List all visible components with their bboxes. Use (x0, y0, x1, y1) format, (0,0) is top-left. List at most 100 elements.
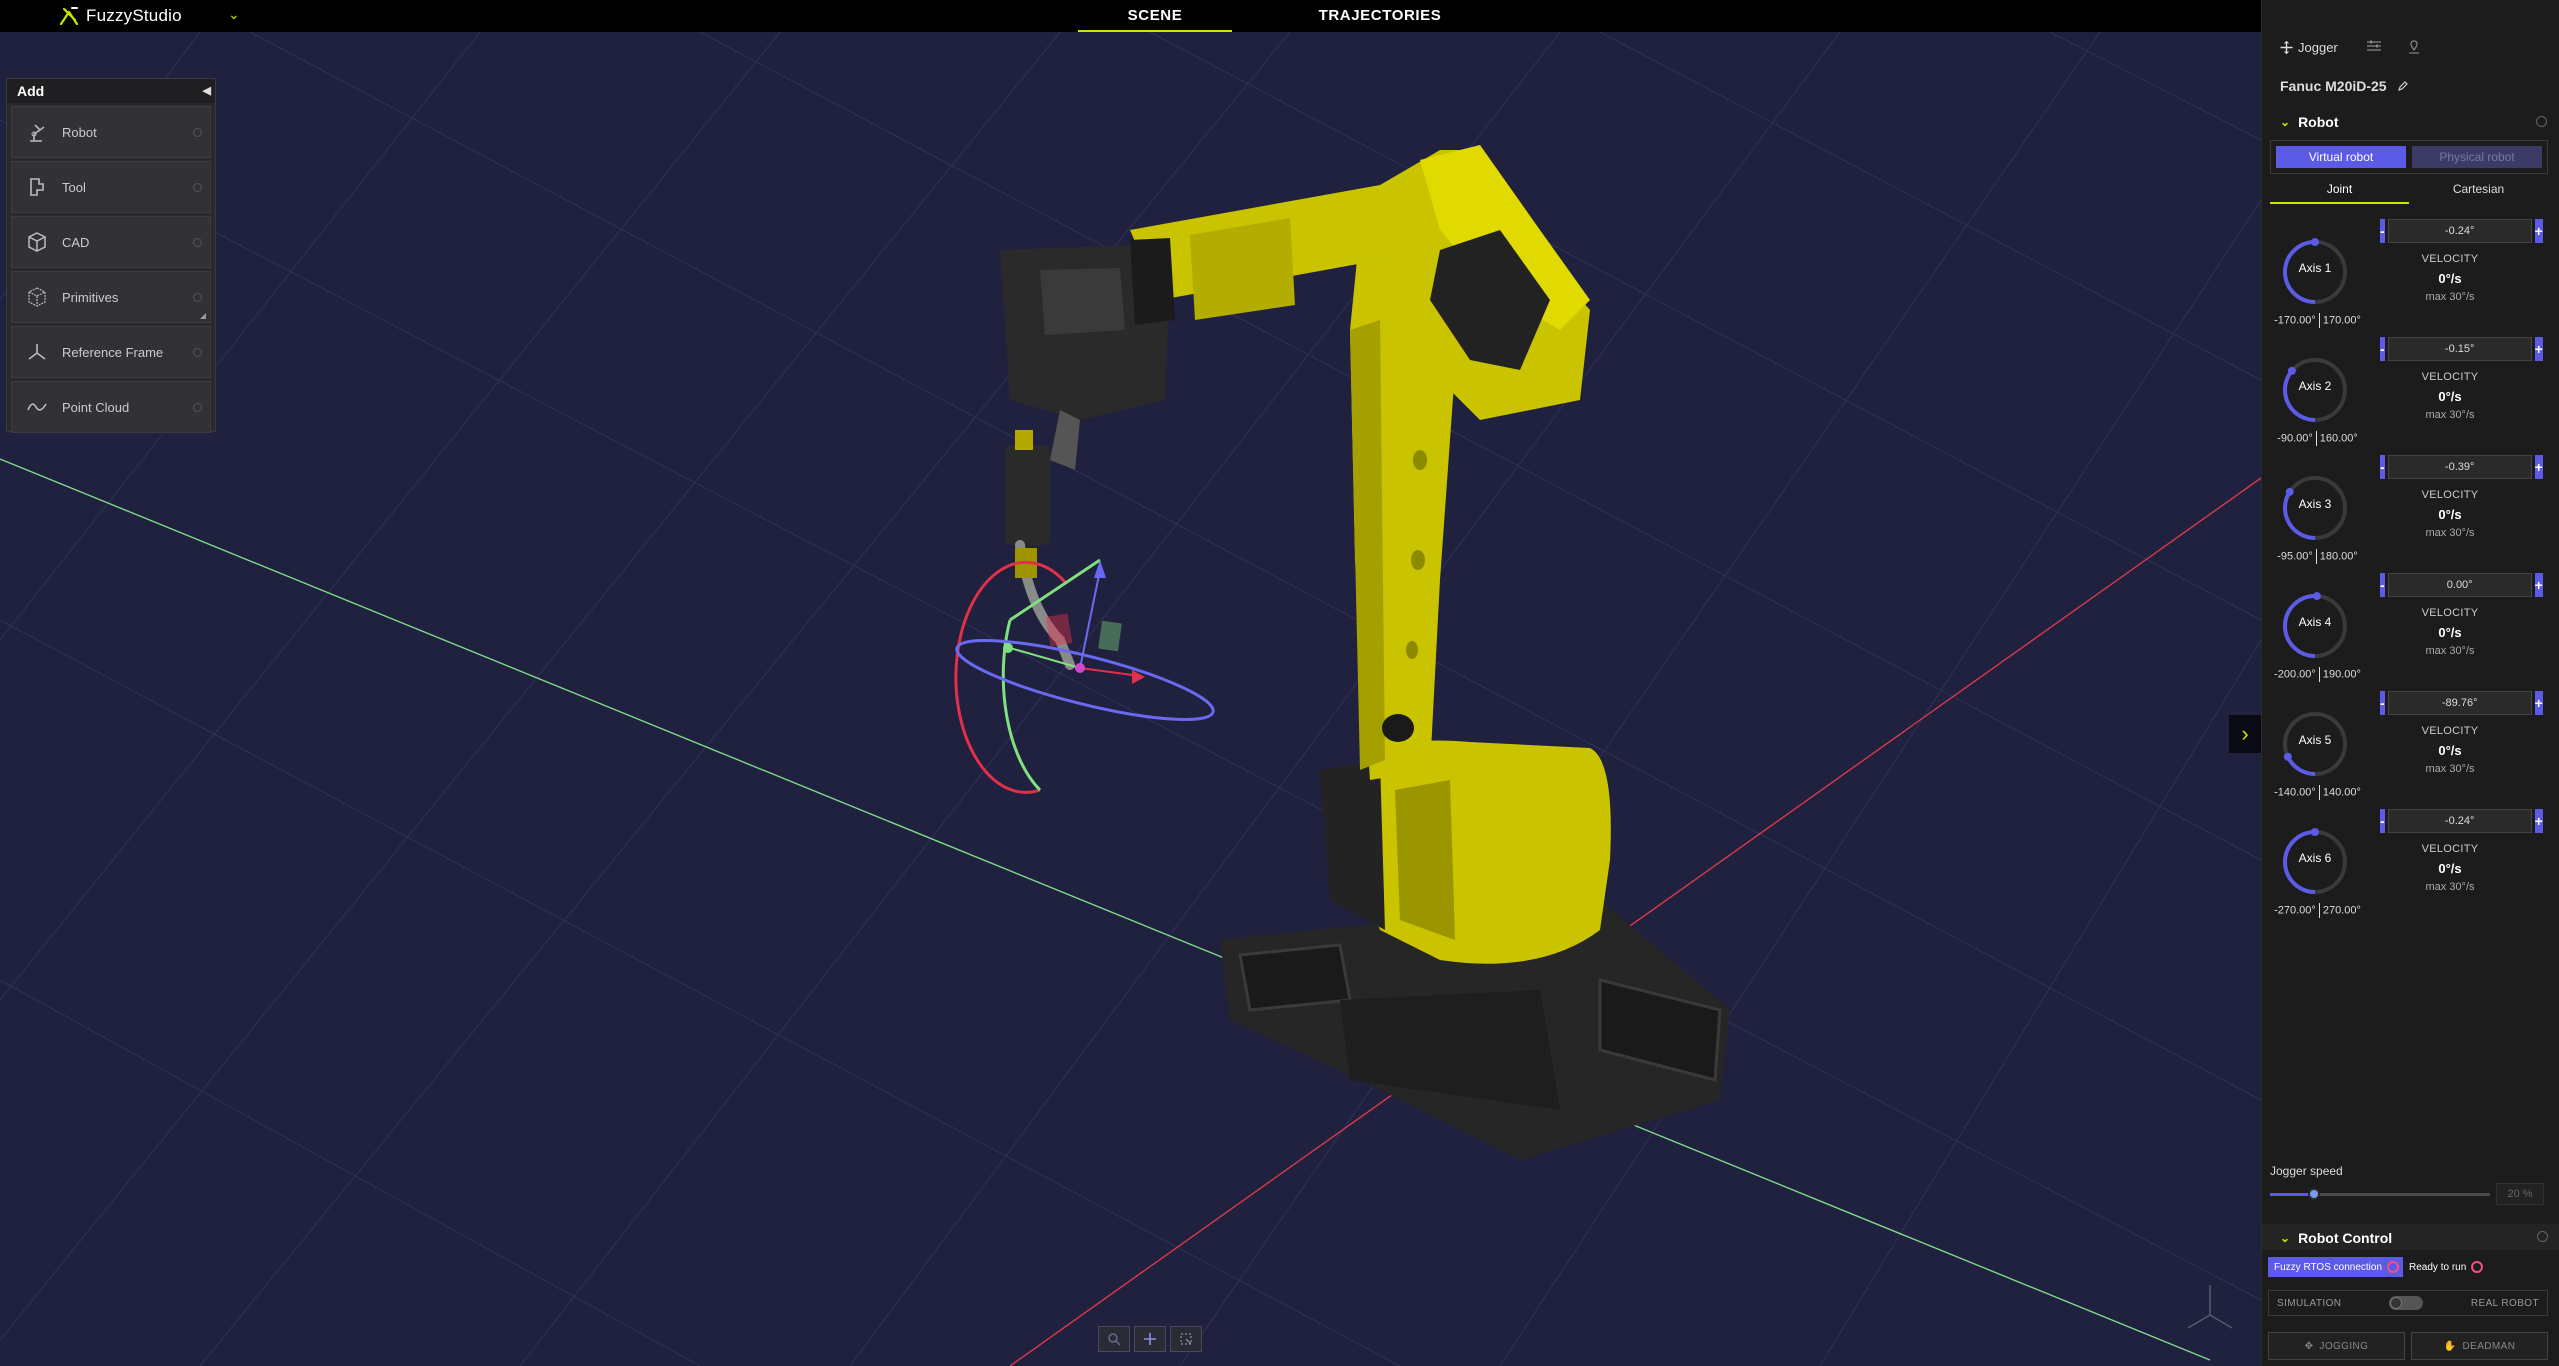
axis-min: -200.00° (2274, 668, 2316, 681)
axis-min: -95.00° (2277, 550, 2313, 563)
jogging-button[interactable]: ✥ JOGGING (2268, 1332, 2405, 1360)
help-icon[interactable] (2537, 1231, 2548, 1242)
increment-button[interactable]: + (2534, 337, 2543, 361)
velocity-max: max 30°/s (2425, 645, 2475, 657)
chevron-right-icon[interactable]: › (2229, 715, 2261, 753)
add-item-label: Point Cloud (62, 399, 130, 415)
add-item-reference-frame[interactable]: Reference Frame (11, 326, 211, 378)
add-item-label: Robot (62, 124, 97, 140)
robot-control-title-row: ⌄ Robot Control (2280, 1230, 2392, 1246)
decrement-button[interactable]: - (2380, 337, 2385, 361)
add-item-label: Tool (62, 179, 86, 195)
zoom-icon[interactable] (1098, 1326, 1130, 1352)
axis-label: Axis 4 (2298, 615, 2332, 629)
decrement-button[interactable]: - (2380, 219, 2385, 243)
info-icon[interactable] (193, 348, 202, 357)
increment-button[interactable]: + (2534, 573, 2543, 597)
axis-limits: -170.00° 170.00° (2270, 313, 2365, 328)
info-icon[interactable] (193, 238, 202, 247)
axes-icon (12, 341, 62, 363)
connection-row: Fuzzy RTOS connection Ready to run (2268, 1256, 2548, 1278)
axis-value-input[interactable] (2387, 809, 2532, 833)
velocity-title: VELOCITY (2421, 253, 2479, 265)
move-icon[interactable] (1134, 1326, 1166, 1352)
axis-stepper: -+ (2380, 573, 2543, 597)
axis-limits: -140.00° 140.00° (2270, 785, 2365, 800)
rtos-connection-button[interactable]: Fuzzy RTOS connection (2268, 1257, 2404, 1277)
x-axis-line (0, 458, 2211, 1361)
robot-section-header[interactable]: ⌄ Robot (2280, 114, 2339, 130)
top-bar: FuzzyStudio ⌄ SCENE TRAJECTORIES (0, 0, 2261, 32)
axis-min: -140.00° (2274, 786, 2316, 799)
scene-viewport[interactable]: Add ◀ Robot Tool CAD Primitives Referenc… (0, 32, 2261, 1366)
axis-row: Axis 2-90.00°160.00°-+VELOCITY0°/smax 30… (2270, 337, 2550, 471)
physical-robot-button[interactable]: Physical robot (2412, 146, 2542, 168)
decrement-button[interactable]: - (2380, 809, 2385, 833)
tab-trajectories[interactable]: TRAJECTORIES (1300, 0, 1460, 32)
velocity-value: 0°/s (2438, 389, 2462, 404)
info-icon[interactable] (193, 403, 202, 412)
edit-pencil-icon[interactable] (2397, 80, 2409, 92)
robot-control-header[interactable]: ⌄ Robot Control (2262, 1224, 2559, 1250)
axis-value-input[interactable] (2387, 573, 2532, 597)
info-icon[interactable] (193, 183, 202, 192)
axis-max: 160.00° (2319, 432, 2358, 445)
simulation-real-switch: SIMULATION REAL ROBOT (2268, 1290, 2548, 1316)
add-item-primitives[interactable]: Primitives (11, 271, 211, 323)
info-icon[interactable] (193, 293, 202, 302)
velocity-max: max 30°/s (2425, 527, 2475, 539)
deadman-label: DEADMAN (2462, 1340, 2516, 1352)
jogger-speed-slider[interactable] (2270, 1188, 2490, 1200)
frame-select-icon[interactable] (1170, 1326, 1202, 1352)
location-icon[interactable] (2407, 40, 2421, 54)
app-logo[interactable]: FuzzyStudio (58, 5, 182, 27)
cube-icon (12, 231, 62, 253)
deadman-button[interactable]: ✋ DEADMAN (2411, 1332, 2548, 1360)
axis-min: -270.00° (2274, 904, 2316, 917)
simulation-label: SIMULATION (2277, 1297, 2342, 1309)
tab-jogger[interactable]: Jogger (2280, 40, 2338, 55)
add-item-cad[interactable]: CAD (11, 216, 211, 268)
app-brand: FuzzyStudio (86, 6, 182, 25)
info-icon[interactable] (193, 128, 202, 137)
decrement-button[interactable]: - (2380, 573, 2385, 597)
axis-value-input[interactable] (2387, 337, 2532, 361)
collapse-left-icon[interactable]: ◀ (203, 79, 211, 103)
increment-button[interactable]: + (2534, 809, 2543, 833)
add-item-point-cloud[interactable]: Point Cloud (11, 381, 211, 433)
axis-max: 270.00° (2322, 904, 2361, 917)
tab-cartesian[interactable]: Cartesian (2409, 178, 2548, 204)
axis-value-input[interactable] (2387, 219, 2532, 243)
add-item-tool[interactable]: Tool (11, 161, 211, 213)
help-icon[interactable] (2536, 116, 2547, 127)
decrement-button[interactable]: - (2380, 691, 2385, 715)
increment-button[interactable]: + (2534, 691, 2543, 715)
increment-button[interactable]: + (2534, 219, 2543, 243)
axis-value-input[interactable] (2387, 455, 2532, 479)
axis-value-input[interactable] (2387, 691, 2532, 715)
decrement-button[interactable]: - (2380, 455, 2385, 479)
slider-thumb[interactable] (2308, 1188, 2320, 1200)
axis-limits: -90.00° 160.00° (2270, 431, 2365, 446)
add-item-robot[interactable]: Robot (11, 106, 211, 158)
velocity-title: VELOCITY (2421, 725, 2479, 737)
tab-joint[interactable]: Joint (2270, 178, 2409, 204)
sliders-icon[interactable] (2367, 40, 2381, 52)
add-panel-title: Add (17, 83, 45, 99)
simulation-toggle[interactable] (2389, 1296, 2424, 1310)
increment-button[interactable]: + (2534, 455, 2543, 479)
chevron-down-icon[interactable]: ⌄ (228, 6, 240, 23)
axis-max: 180.00° (2319, 550, 2358, 563)
expand-corner-icon[interactable] (200, 313, 206, 319)
velocity-block: VELOCITY 0°/s max 30°/s (2380, 725, 2520, 775)
chevron-down-icon: ⌄ (2280, 1231, 2291, 1245)
tab-scene[interactable]: SCENE (1078, 0, 1232, 32)
robot-name: Fanuc M20iD-25 (2280, 78, 2387, 94)
velocity-max: max 30°/s (2425, 763, 2475, 775)
virtual-robot-button[interactable]: Virtual robot (2276, 146, 2406, 168)
jogger-speed-value[interactable]: 20 % (2496, 1183, 2544, 1205)
add-item-label: CAD (62, 234, 90, 250)
axis-row: Axis 5-140.00°140.00°-+VELOCITY0°/smax 3… (2270, 691, 2550, 825)
axis-row: Axis 3-95.00°180.00°-+VELOCITY0°/smax 30… (2270, 455, 2550, 589)
axis-label: Axis 1 (2298, 261, 2332, 275)
